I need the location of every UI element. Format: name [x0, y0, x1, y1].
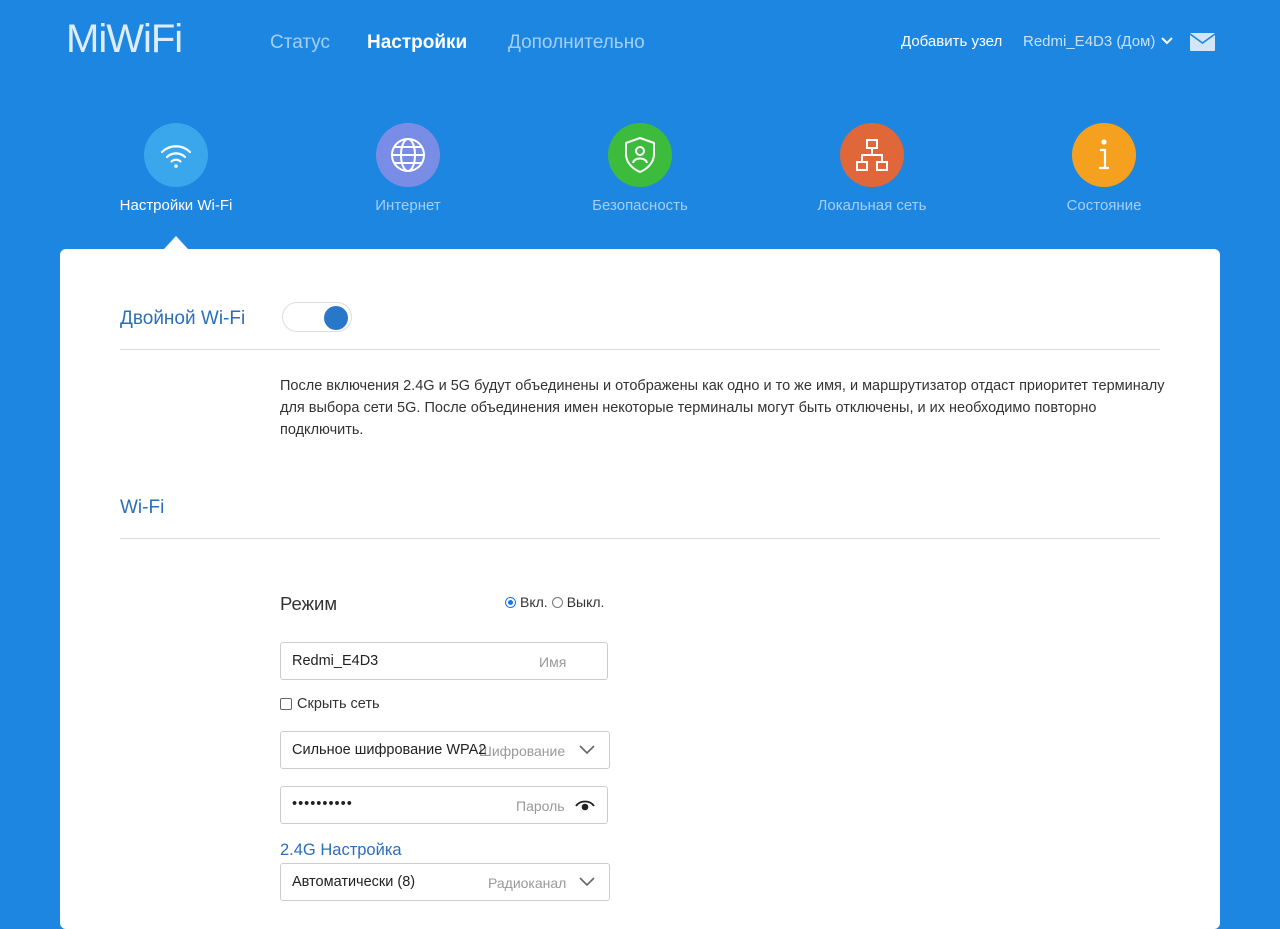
password-placeholder: Пароль	[516, 798, 565, 814]
active-tab-pointer	[164, 236, 188, 249]
hide-network-row: Скрыть сеть	[280, 696, 380, 712]
ssid-value: Redmi_E4D3	[292, 653, 379, 669]
mode-off-radio[interactable]	[551, 596, 563, 608]
tab-label: Локальная сеть	[817, 197, 927, 214]
password-value: ••••••••••	[292, 796, 353, 812]
channel-value: Автоматически (8)	[292, 874, 416, 890]
info-icon	[1072, 123, 1136, 187]
chevron-down-icon	[579, 745, 595, 755]
tab-status[interactable]: Состояние	[1024, 123, 1184, 214]
nav-advanced[interactable]: Дополнительно	[508, 32, 645, 54]
chevron-down-icon	[1161, 37, 1174, 45]
tab-label: Безопасность	[592, 197, 688, 214]
tab-label: Интернет	[375, 197, 441, 214]
hide-network-checkbox[interactable]	[280, 698, 292, 710]
mode-off-label: Выкл.	[566, 594, 605, 610]
hide-network-label: Скрыть сеть	[297, 696, 380, 712]
divider	[120, 538, 1160, 539]
band-24-title: 2.4G Настройка	[280, 841, 402, 859]
globe-icon	[376, 123, 440, 187]
wifi-section-title: Wi-Fi	[120, 497, 165, 518]
mode-radio-group: Вкл. Выкл.	[505, 594, 608, 610]
eye-icon[interactable]	[575, 800, 595, 812]
channel-select[interactable]: Автоматически (8) Радиоканал	[280, 863, 610, 901]
dual-wifi-toggle[interactable]	[282, 302, 352, 332]
password-input[interactable]: •••••••••• Пароль	[280, 786, 608, 824]
mode-label: Режим	[280, 593, 338, 614]
tab-local-network[interactable]: Локальная сеть	[792, 123, 952, 214]
shield-icon	[608, 123, 672, 187]
tab-label: Настройки Wi-Fi	[119, 197, 233, 214]
tab-security[interactable]: Безопасность	[560, 123, 720, 214]
encryption-value: Сильное шифрование WPA2	[292, 742, 487, 758]
device-name: Redmi_E4D3 (Дом)	[1023, 33, 1156, 50]
miwifi-logo: MiWiFi	[66, 18, 183, 58]
mode-on-label: Вкл.	[520, 594, 548, 610]
chevron-down-icon	[579, 877, 595, 887]
settings-panel: Двойной Wi-Fi После включения 2.4G и 5G …	[60, 249, 1220, 929]
ssid-placeholder: Имя	[539, 654, 567, 670]
divider	[120, 349, 1160, 350]
nav-settings[interactable]: Настройки	[367, 32, 467, 54]
encryption-select[interactable]: Шифрование Сильное шифрование WPA2	[280, 731, 610, 769]
encryption-placeholder: Шифрование	[479, 743, 566, 759]
nav-status[interactable]: Статус	[270, 32, 330, 54]
tab-internet[interactable]: Интернет	[328, 123, 488, 214]
network-icon	[840, 123, 904, 187]
tab-wifi-settings[interactable]: Настройки Wi-Fi	[96, 123, 256, 214]
ssid-input[interactable]: Redmi_E4D3 Имя	[280, 642, 608, 680]
toggle-knob	[324, 306, 348, 330]
add-node-link[interactable]: Добавить узел	[901, 33, 1002, 50]
mail-icon[interactable]	[1190, 33, 1215, 51]
svg-text:MiWiFi: MiWiFi	[66, 18, 182, 58]
wifi-icon	[144, 123, 208, 187]
tab-label: Состояние	[1066, 197, 1142, 214]
mode-on-radio[interactable]	[505, 596, 516, 608]
dual-wifi-description: После включения 2.4G и 5G будут объедине…	[280, 378, 1165, 438]
channel-placeholder: Радиоканал	[488, 875, 567, 891]
device-selector[interactable]: Redmi_E4D3 (Дом)	[1023, 33, 1174, 50]
dual-wifi-title: Двойной Wi-Fi	[120, 308, 246, 329]
